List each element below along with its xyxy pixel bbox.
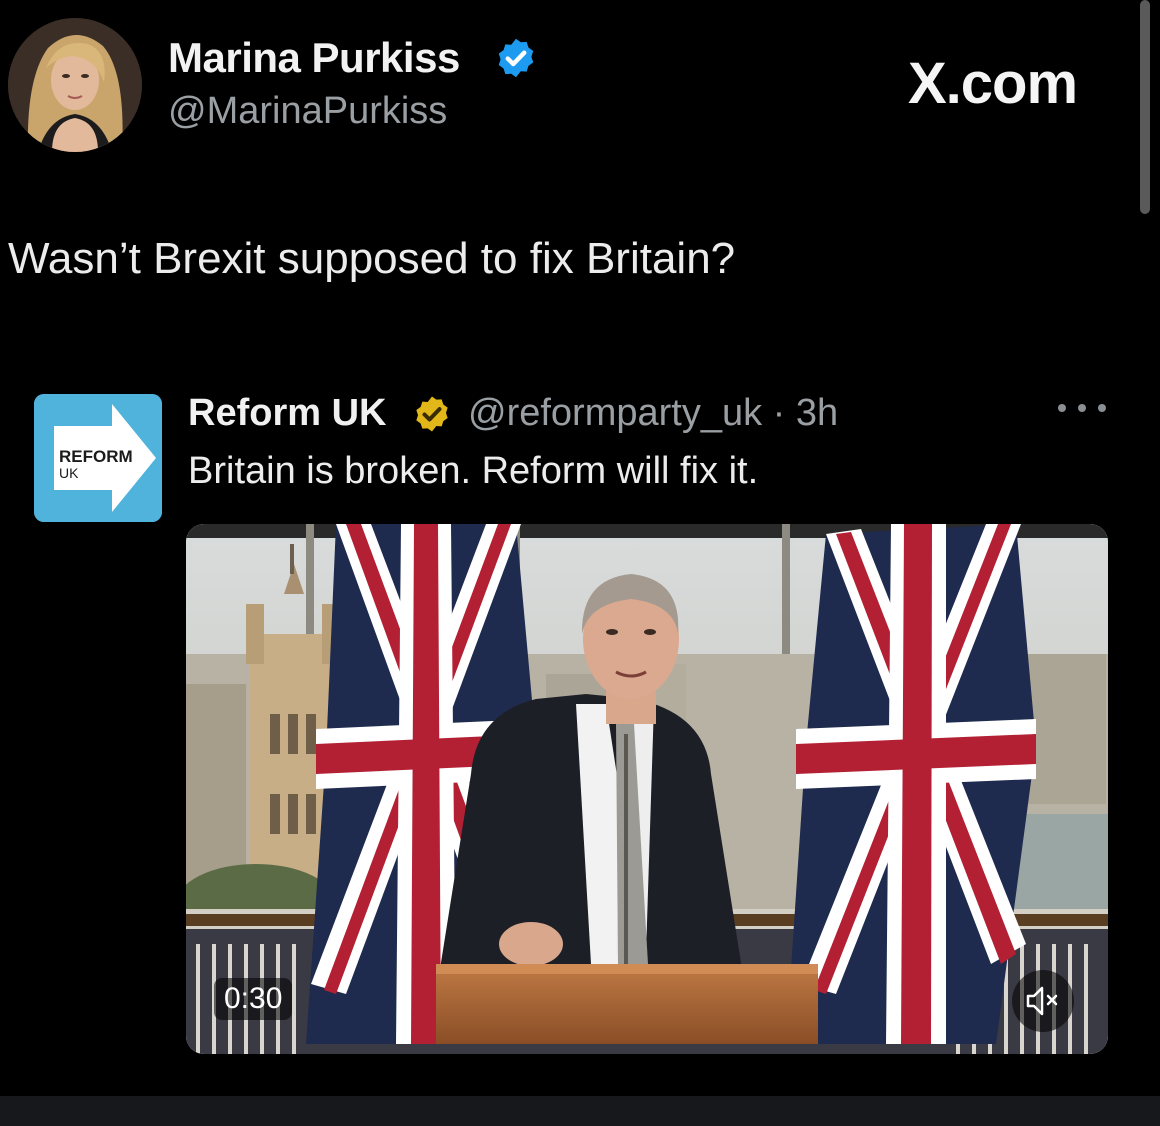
avatar-image xyxy=(8,18,142,152)
speaker-muted-icon[interactable] xyxy=(1012,970,1074,1032)
podium xyxy=(436,964,818,1044)
site-label: X.com xyxy=(908,51,1078,116)
bottom-bar xyxy=(0,1096,1160,1126)
author-name[interactable]: Marina Purkiss xyxy=(168,34,460,82)
tweet-text: Wasn’t Brexit supposed to fix Britain? xyxy=(8,234,736,283)
mute-icon-glyph xyxy=(1026,986,1058,1016)
quoted-tweet-text: Britain is broken. Reform will fix it. xyxy=(188,450,759,492)
author-handle[interactable]: @MarinaPurkiss xyxy=(168,90,447,133)
right-flag xyxy=(786,524,1036,1044)
post-detail-page: Marina Purkiss @MarinaPurkiss X.com Wasn… xyxy=(0,0,1160,1126)
more-options-icon[interactable] xyxy=(1058,398,1106,418)
verified-gold-badge-icon xyxy=(416,396,448,432)
scrollbar[interactable] xyxy=(1140,0,1150,214)
reform-uk-logo[interactable]: REFORM UK xyxy=(34,394,162,522)
quoted-author-name[interactable]: Reform UK xyxy=(188,392,386,435)
author-avatar[interactable] xyxy=(8,18,142,152)
logo-text-uk: UK xyxy=(59,465,79,481)
verified-badge-icon xyxy=(498,38,534,78)
video-frame xyxy=(186,524,1108,1054)
video-duration: 0:30 xyxy=(214,978,293,1020)
logo-text-reform: REFORM xyxy=(59,447,133,466)
video-player[interactable]: 0:30 xyxy=(186,524,1108,1054)
reform-logo-image: REFORM UK xyxy=(34,394,162,522)
quoted-handle-time[interactable]: @reformparty_uk · 3h xyxy=(468,392,838,435)
